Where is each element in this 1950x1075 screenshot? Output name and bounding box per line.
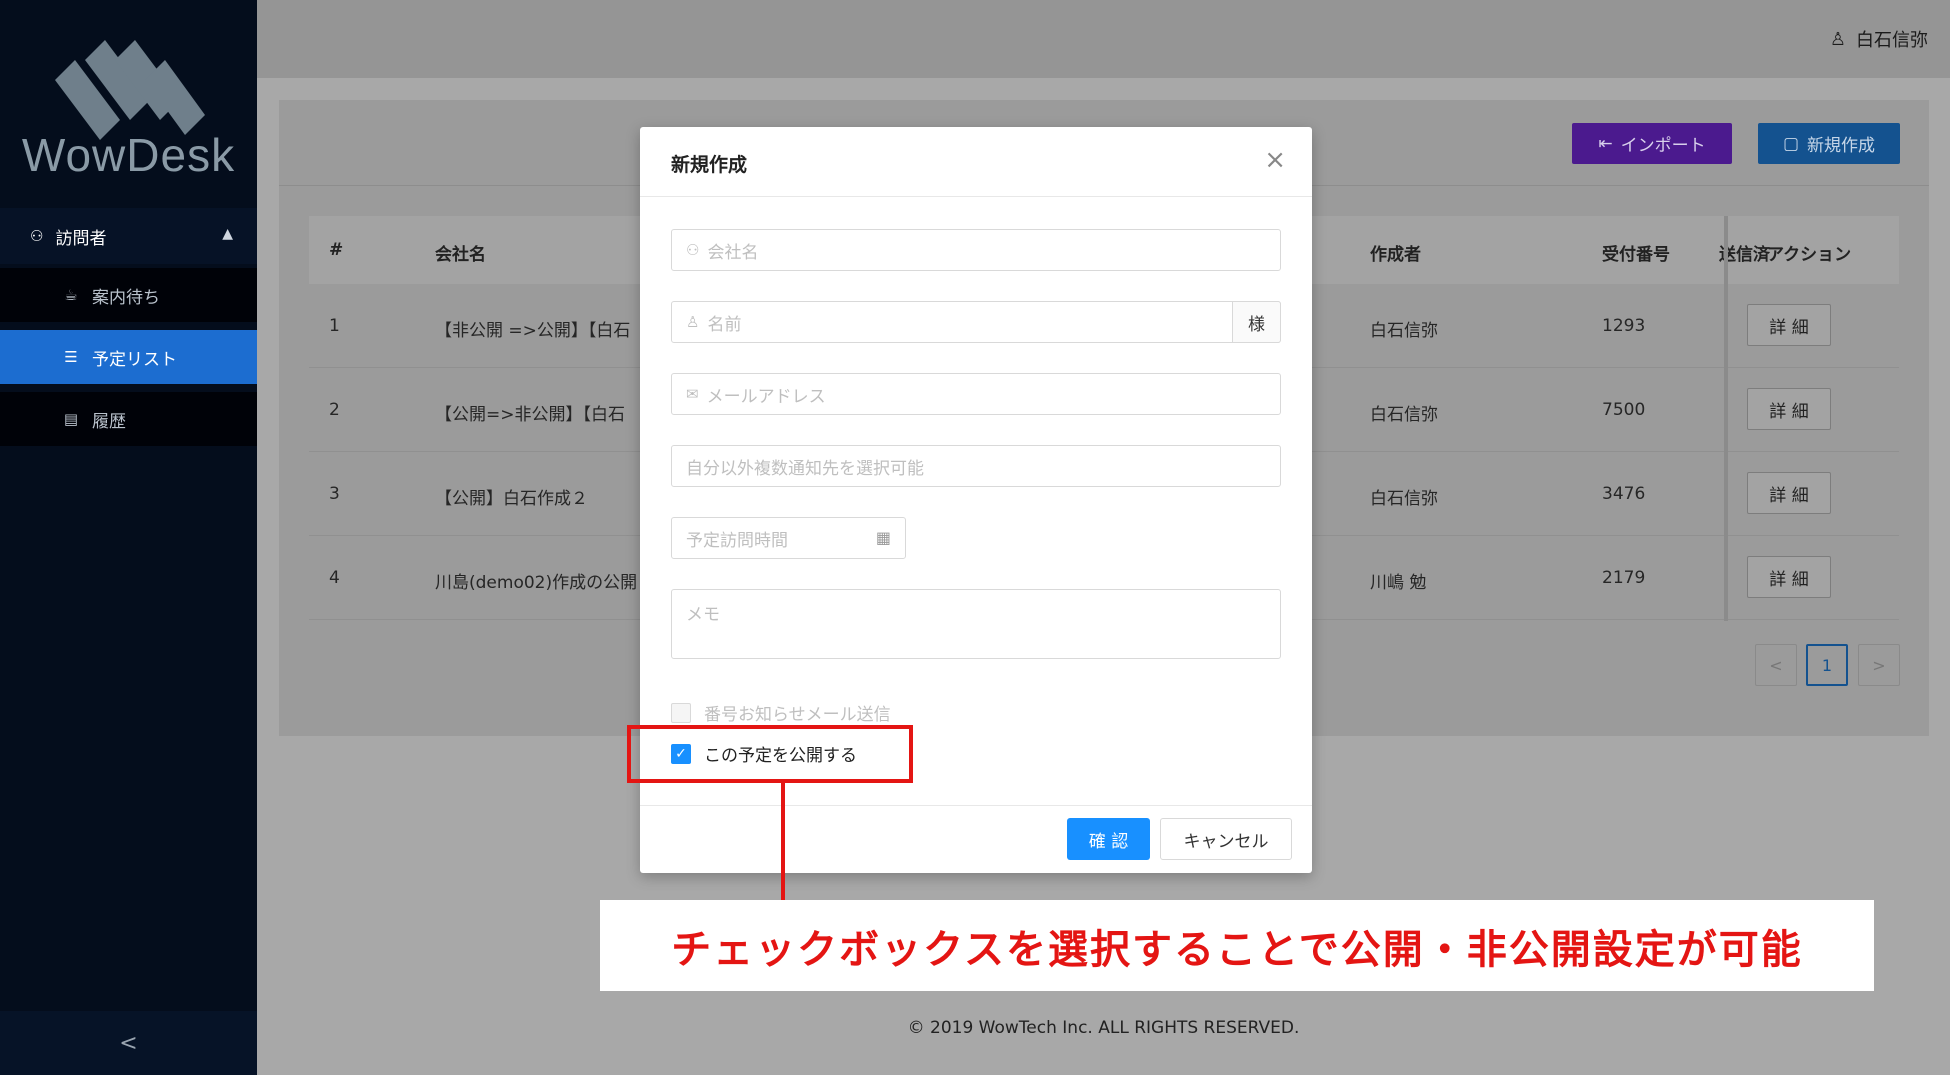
confirm-button[interactable]: 確 認 [1067,818,1150,860]
footer-copyright: © 2019 WowTech Inc. ALL RIGHTS RESERVED. [907,1018,1300,1038]
modal-title: 新規作成 [671,154,748,176]
cell-creator: 白石信弥 [1370,489,1438,509]
company-icon: ⚇ [686,241,700,259]
coffee-icon: ☕ [64,286,78,304]
modal-footer: 確 認 キャンセル [640,805,1312,873]
sidebar-item-waiting[interactable]: ☕ 案内待ち [0,268,257,322]
annotation-callout-text: チェックボックスを選択することで公開・非公開設定が可能 [671,926,1803,973]
close-icon[interactable]: × [1264,145,1286,175]
cell-num: 4 [329,568,340,588]
user-menu[interactable]: ♙ 白石信弥 [1830,26,1928,52]
detail-button[interactable]: 詳 細 [1747,304,1831,346]
import-button[interactable]: ⇤ インポート [1572,123,1732,164]
sidebar-item-label: 履歴 [92,411,126,432]
cell-num: 3 [329,484,340,504]
mail-notify-checkbox [671,702,691,723]
cell-reception: 2179 [1602,568,1646,588]
col-header-action: アクション [1767,245,1852,265]
company-placeholder: 会社名 [707,242,759,263]
col-header-reception: 受付番号 [1602,245,1670,265]
document-icon: ▤ [63,410,79,428]
import-icon: ⇤ [1598,133,1613,154]
name-input[interactable]: ♙ 名前 様 [671,301,1281,343]
pagination-next-button[interactable]: > [1858,644,1900,686]
annotation-callout: チェックボックスを選択することで公開・非公開設定が可能 [600,900,1874,991]
detail-button[interactable]: 詳 細 [1747,388,1831,430]
user-name: 白石信弥 [1856,30,1928,51]
visit-time-placeholder: 予定訪問時間 [686,530,788,551]
calendar-icon: ▦ [875,528,891,547]
name-placeholder: 名前 [707,314,742,335]
new-file-icon: ▢ [1782,133,1800,154]
cell-company: 【非公開 =>公開】【白石 [435,321,631,341]
detail-button[interactable]: 詳 細 [1747,472,1831,514]
cell-company: 川島(demo02)作成の公開 [435,573,638,593]
new-create-label: 新規作成 [1807,136,1876,156]
logo-text: WowDesk [21,129,236,181]
email-placeholder: メールアドレス [706,386,826,407]
col-header-num: # [329,240,344,260]
sidebar: WowDesk ⚇ 訪問者 ▲ ☕ 案内待ち ☰ 予定リスト ▤ 履歴 < [0,0,257,1075]
header: ♙ 白石信弥 [257,0,1950,78]
chevron-left-icon: < [119,1030,138,1056]
cell-creator: 白石信弥 [1370,321,1438,341]
cell-company: 【公開=>非公開】【白石 [435,405,625,425]
cancel-button[interactable]: キャンセル [1160,818,1292,860]
mail-icon: ✉ [686,385,699,403]
sidebar-item-schedule-list[interactable]: ☰ 予定リスト [0,330,257,384]
col-header-creator: 作成者 [1370,245,1421,265]
mail-notify-label: 番号お知らせメール送信 [704,705,891,725]
mail-notify-checkbox-row: 番号お知らせメール送信 [671,700,891,725]
user-icon: ♙ [1829,28,1846,50]
import-label: インポート [1620,136,1706,156]
fixed-column-shadow [1724,216,1728,621]
cell-reception: 7500 [1602,400,1646,420]
sidebar-item-label: 案内待ち [92,287,160,308]
user-icon: ♙ [686,313,700,331]
visitor-icon: ⚇ [30,227,44,245]
memo-textarea[interactable]: メモ [671,589,1281,659]
sidebar-item-label: 予定リスト [92,349,177,370]
cell-reception: 3476 [1602,484,1646,504]
annotation-connector-line [781,783,785,901]
notify-select[interactable]: 自分以外複数通知先を選択可能 [671,445,1281,487]
notify-placeholder: 自分以外複数通知先を選択可能 [686,458,924,479]
cell-num: 2 [329,400,340,420]
cell-company: 【公開】白石作成２ [435,489,588,509]
annotation-highlight-box [627,725,913,783]
modal-header: 新規作成 × [640,127,1312,197]
memo-placeholder: メモ [686,605,720,625]
company-input[interactable]: ⚇ 会社名 [671,229,1281,271]
chevron-up-icon: ▲ [222,226,233,242]
pagination-page-1[interactable]: 1 [1806,644,1848,686]
cell-creator: 川嶋 勉 [1370,573,1427,593]
detail-button[interactable]: 詳 細 [1747,556,1831,598]
pagination-prev-button[interactable]: < [1755,644,1797,686]
cell-creator: 白石信弥 [1370,405,1438,425]
nav-group-visitors[interactable]: ⚇ 訪問者 ▲ [0,208,257,264]
visit-time-picker[interactable]: 予定訪問時間 ▦ [671,517,906,559]
sidebar-item-history[interactable]: ▤ 履歴 [0,392,257,446]
sidebar-collapse-button[interactable]: < [0,1011,257,1075]
cell-num: 1 [329,316,340,336]
cell-reception: 1293 [1602,316,1646,336]
col-header-company: 会社名 [435,245,486,265]
name-suffix: 様 [1232,301,1281,343]
new-create-button[interactable]: ▢ 新規作成 [1758,123,1900,164]
email-input[interactable]: ✉ メールアドレス [671,373,1281,415]
nav-group-label: 訪問者 [55,228,107,249]
list-icon: ☰ [64,348,78,366]
